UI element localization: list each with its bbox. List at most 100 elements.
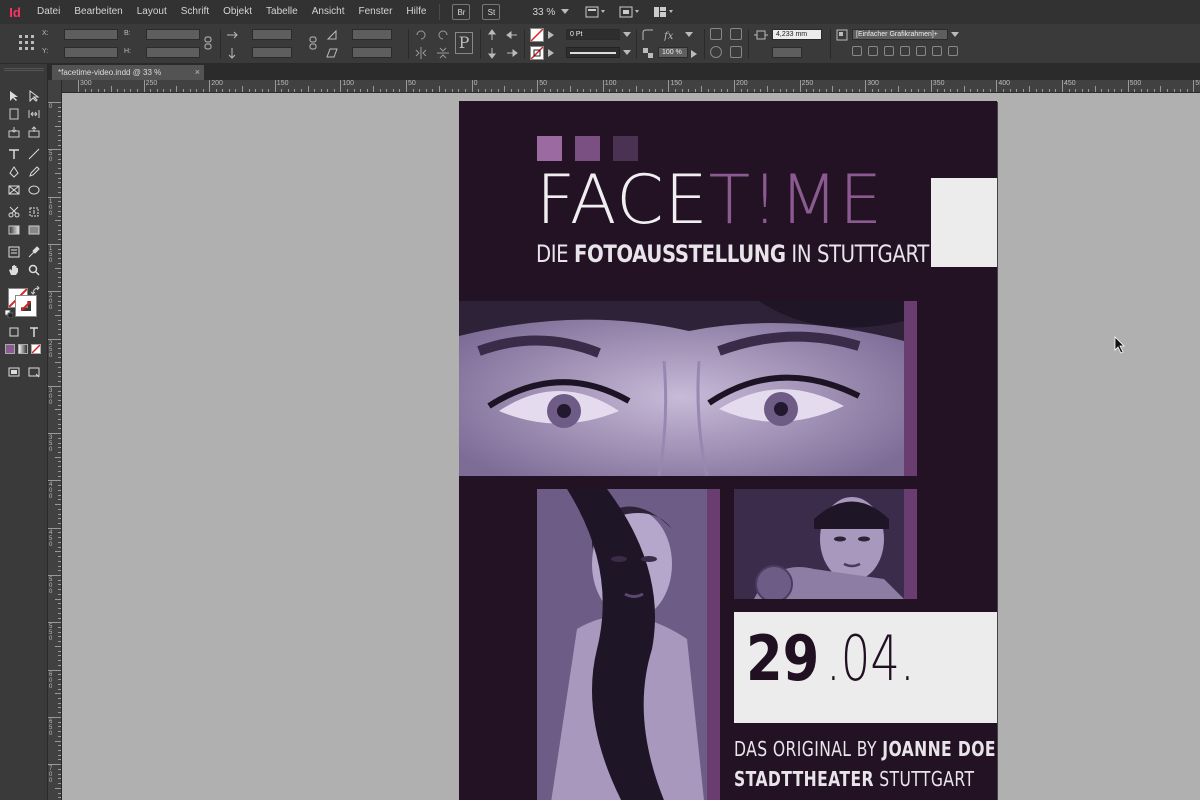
ellipse-tool-icon[interactable] bbox=[26, 182, 42, 197]
eyedropper-tool-icon[interactable] bbox=[26, 244, 42, 259]
menu-tabelle[interactable]: Tabelle bbox=[259, 0, 305, 24]
chevron-right-icon[interactable] bbox=[548, 31, 554, 39]
rotation-p-icon[interactable]: P bbox=[455, 32, 473, 54]
menu-bearbeiten[interactable]: Bearbeiten bbox=[67, 0, 129, 24]
content-collector-icon[interactable] bbox=[6, 124, 22, 139]
eyes-photo-frame[interactable] bbox=[459, 301, 904, 476]
close-icon[interactable]: × bbox=[195, 65, 200, 80]
normal-view-icon[interactable] bbox=[6, 364, 22, 379]
pencil-tool-icon[interactable] bbox=[26, 164, 42, 179]
white-frame[interactable] bbox=[931, 178, 997, 267]
menu-objekt[interactable]: Objekt bbox=[216, 0, 259, 24]
bridge-button[interactable]: Br bbox=[452, 4, 471, 20]
chevron-right-icon[interactable] bbox=[691, 50, 697, 58]
date-box[interactable]: 29 .04. bbox=[734, 612, 997, 723]
zoom-dropdown[interactable]: 33 % bbox=[532, 7, 570, 18]
apply-color-icon[interactable] bbox=[5, 344, 15, 354]
menu-layout[interactable]: Layout bbox=[130, 0, 174, 24]
stroke-swatch-icon[interactable] bbox=[530, 46, 544, 60]
effects-fx-icon[interactable]: fx bbox=[664, 29, 676, 41]
poster-title[interactable]: FACET!ME bbox=[536, 167, 883, 235]
venue-line[interactable]: STADTTHEATER STUTTGART bbox=[734, 767, 974, 791]
poster-page[interactable]: FACET!ME DIE FOTOAUSSTELLUNG IN STUTTGAR… bbox=[459, 101, 997, 800]
rotate-ccw-icon[interactable] bbox=[436, 28, 450, 42]
select-container-icon[interactable] bbox=[486, 29, 498, 41]
chevron-down-icon[interactable] bbox=[951, 32, 959, 38]
wrap-none-icon[interactable] bbox=[710, 28, 722, 40]
scale-y-field[interactable] bbox=[252, 47, 292, 58]
object-style-dropdown[interactable]: [Einfacher Grafikrahmen]+ bbox=[852, 29, 948, 40]
rotate-field[interactable] bbox=[352, 29, 392, 40]
stroke-type-field[interactable] bbox=[566, 47, 620, 58]
chevron-down-icon[interactable] bbox=[684, 29, 694, 39]
select-next-icon[interactable] bbox=[506, 47, 518, 59]
fill-swatch-icon[interactable] bbox=[530, 28, 544, 42]
document-tab[interactable]: *facetime-video.indd @ 33 % × bbox=[52, 65, 204, 80]
left-portrait-frame[interactable] bbox=[537, 489, 707, 800]
page-tool-icon[interactable] bbox=[6, 106, 22, 121]
poster-subtitle[interactable]: DIE FOTOAUSSTELLUNG IN STUTTGART bbox=[536, 242, 929, 266]
select-content-icon[interactable] bbox=[486, 47, 498, 59]
formatting-text-icon[interactable] bbox=[26, 324, 42, 339]
spacing-mode-field[interactable] bbox=[772, 47, 802, 58]
scissors-tool-icon[interactable] bbox=[6, 204, 22, 219]
menu-fenster[interactable]: Fenster bbox=[352, 0, 400, 24]
shear-field[interactable] bbox=[352, 47, 392, 58]
menu-schrift[interactable]: Schrift bbox=[174, 0, 216, 24]
y-field[interactable] bbox=[64, 47, 118, 58]
default-colors-icon[interactable] bbox=[5, 310, 13, 318]
scale-x-field[interactable] bbox=[252, 29, 292, 40]
vertical-ruler[interactable]: 0 50 100 150 200 250 300 350 400 450 500 550 600 650 7… bbox=[48, 80, 62, 800]
zoom-tool-icon[interactable] bbox=[26, 262, 42, 277]
x-field[interactable] bbox=[64, 29, 118, 40]
height-field[interactable] bbox=[146, 47, 200, 58]
screen-mode-icon[interactable] bbox=[617, 4, 643, 20]
menu-datei[interactable]: Datei bbox=[30, 0, 67, 24]
rotate-cw-icon[interactable] bbox=[414, 28, 428, 42]
style-option-icon[interactable] bbox=[884, 46, 894, 56]
stroke-color-icon[interactable] bbox=[15, 295, 37, 317]
chevron-right-icon[interactable] bbox=[548, 49, 554, 57]
opacity-field[interactable]: 100 % bbox=[658, 47, 688, 58]
selection-tool-icon[interactable] bbox=[6, 88, 22, 103]
type-tool-icon[interactable] bbox=[6, 146, 22, 161]
width-field[interactable] bbox=[146, 29, 200, 40]
wrap-bounding-icon[interactable] bbox=[730, 28, 742, 40]
corner-options-icon[interactable] bbox=[642, 29, 654, 41]
panel-grip[interactable] bbox=[4, 68, 44, 71]
view-options-icon[interactable] bbox=[583, 4, 609, 20]
flip-vertical-icon[interactable] bbox=[436, 46, 450, 60]
pen-tool-icon[interactable] bbox=[6, 164, 22, 179]
credit-line[interactable]: DAS ORIGINAL BY JOANNE DOE bbox=[734, 737, 996, 761]
style-option-icon[interactable] bbox=[868, 46, 878, 56]
swap-colors-icon[interactable] bbox=[31, 286, 41, 296]
gap-tool-icon[interactable] bbox=[26, 106, 42, 121]
direct-selection-tool-icon[interactable] bbox=[26, 88, 42, 103]
scale-link-icon[interactable] bbox=[308, 36, 318, 50]
select-previous-icon[interactable] bbox=[506, 29, 518, 41]
stroke-weight-field[interactable]: 0 Pt bbox=[566, 29, 620, 40]
content-placer-icon[interactable] bbox=[26, 124, 42, 139]
right-portrait-frame[interactable] bbox=[734, 489, 904, 599]
link-icon[interactable] bbox=[203, 36, 213, 50]
style-option-icon[interactable] bbox=[852, 46, 862, 56]
free-transform-tool-icon[interactable] bbox=[26, 204, 42, 219]
wrap-jump-icon[interactable] bbox=[730, 46, 742, 58]
chevron-down-icon[interactable] bbox=[623, 50, 631, 56]
preview-view-icon[interactable] bbox=[26, 364, 42, 379]
reference-point-icon[interactable] bbox=[18, 34, 36, 52]
style-option-icon[interactable] bbox=[948, 46, 958, 56]
gradient-feather-tool-icon[interactable] bbox=[26, 222, 42, 237]
hand-tool-icon[interactable] bbox=[6, 262, 22, 277]
line-tool-icon[interactable] bbox=[26, 146, 42, 161]
menu-ansicht[interactable]: Ansicht bbox=[305, 0, 352, 24]
style-option-icon[interactable] bbox=[916, 46, 926, 56]
chevron-down-icon[interactable] bbox=[623, 32, 631, 38]
gradient-swatch-tool-icon[interactable] bbox=[6, 222, 22, 237]
style-option-icon[interactable] bbox=[900, 46, 910, 56]
menu-hilfe[interactable]: Hilfe bbox=[399, 0, 433, 24]
style-option-icon[interactable] bbox=[932, 46, 942, 56]
apply-none-icon[interactable] bbox=[31, 344, 41, 354]
horizontal-ruler[interactable]: 300 250 200 150 100 50 0 50 100 150 200 250 300 350 40… bbox=[62, 80, 1200, 93]
arrange-documents-icon[interactable] bbox=[651, 4, 677, 20]
